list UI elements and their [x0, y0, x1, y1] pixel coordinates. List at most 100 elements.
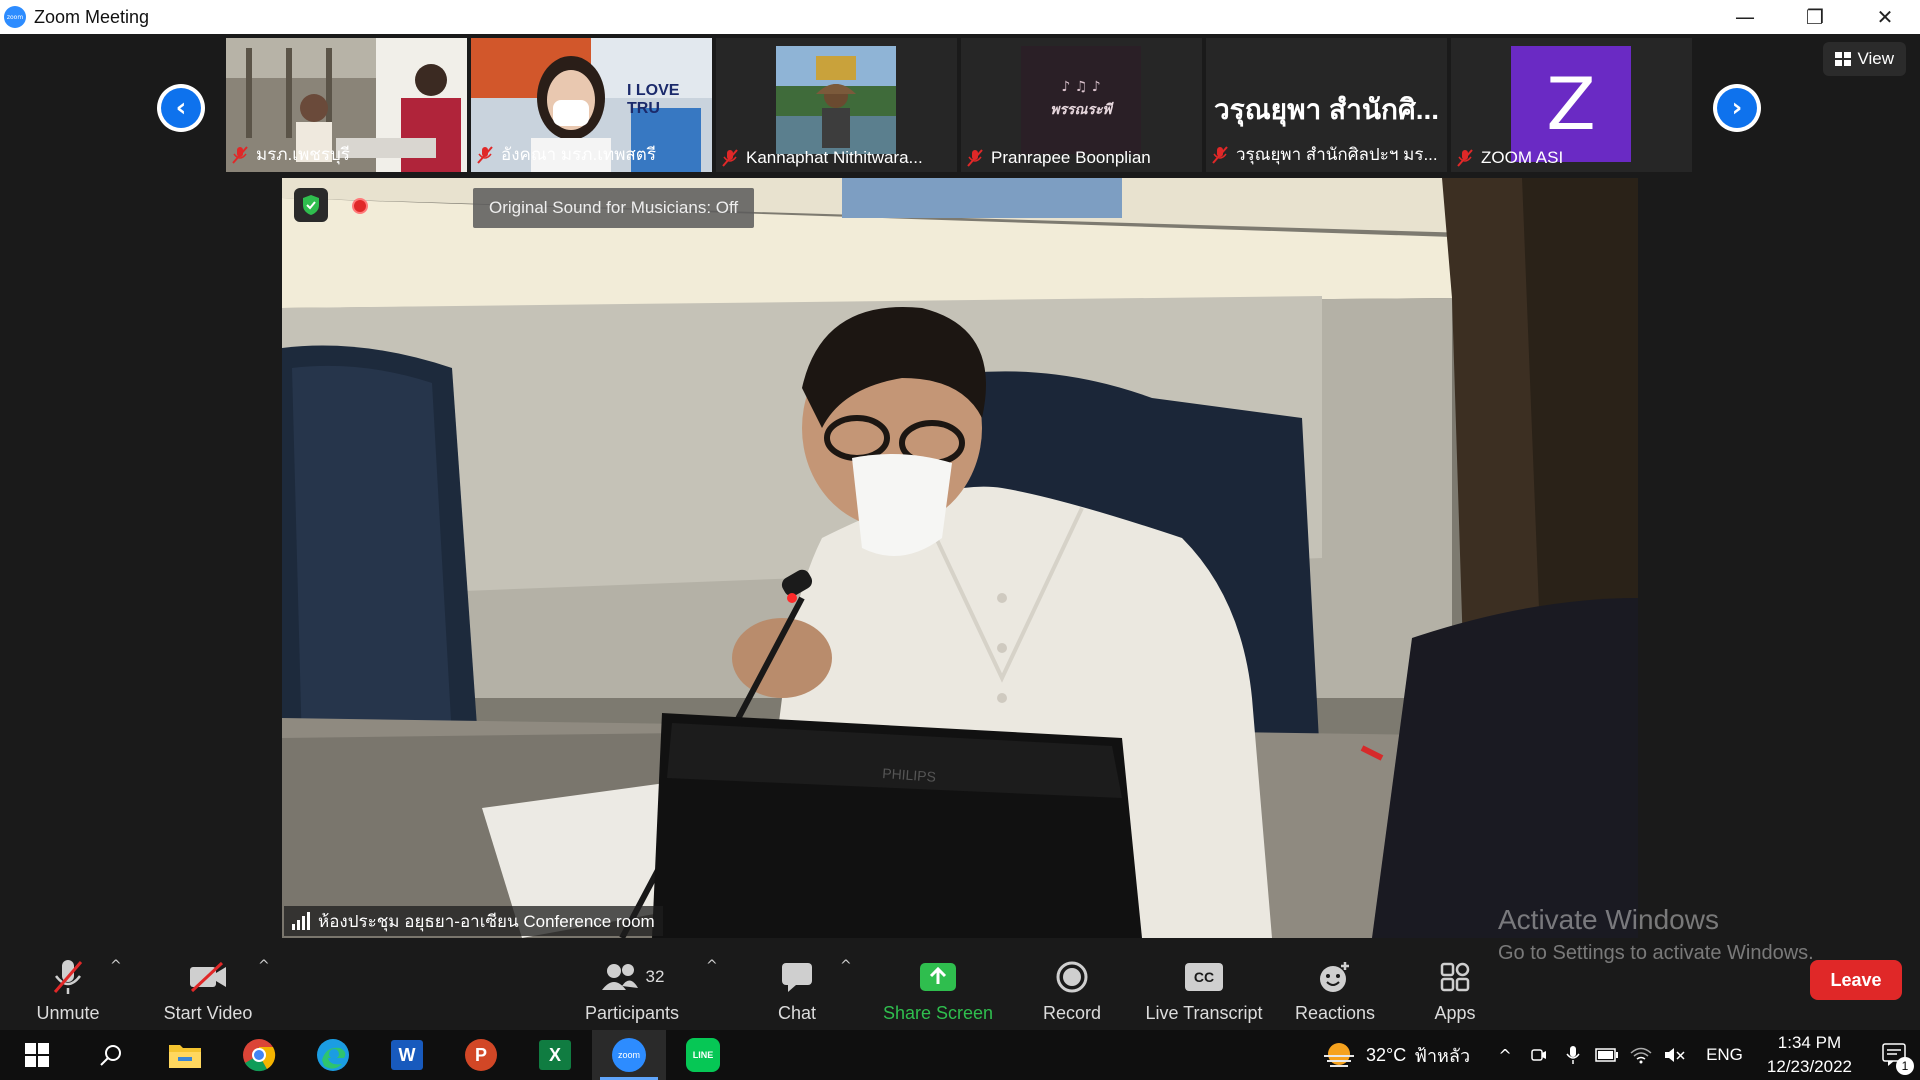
- weather-temperature: 32°C: [1365, 1044, 1407, 1065]
- participant-name-text: Pranrapee Boonplian: [991, 148, 1151, 167]
- muted-mic-icon: [1212, 145, 1228, 164]
- word-button[interactable]: W: [370, 1030, 444, 1080]
- participant-name-text: วรุณยุพา สำนักศิลปะฯ มร...: [1236, 145, 1438, 164]
- encryption-shield-icon[interactable]: [294, 188, 328, 222]
- language-indicator[interactable]: ENG: [1706, 1045, 1743, 1065]
- thumbnail-strip: มรภ.เพชรบุรี I LOVE TRU อังคณา มรภ.เทพสต…: [226, 38, 1694, 172]
- chevron-up-icon[interactable]: ^: [1488, 1046, 1522, 1065]
- weather-widget[interactable]: 32°C ฟ้าหลัว: [1320, 1040, 1470, 1070]
- muted-mic-icon: [1457, 149, 1473, 167]
- muted-mic-icon: [477, 145, 493, 164]
- unmute-label: Unmute: [36, 1003, 100, 1023]
- battery-icon[interactable]: [1590, 1048, 1624, 1062]
- participant-thumbnail[interactable]: Z ZOOM ASI: [1451, 38, 1692, 172]
- chat-button[interactable]: Chat: [762, 938, 832, 1030]
- watermark-subtitle: Go to Settings to activate Windows.: [1498, 942, 1814, 964]
- clock-date: 12/23/2022: [1766, 1057, 1852, 1076]
- word-icon: W: [391, 1040, 423, 1070]
- participant-thumbnail[interactable]: I LOVE TRU อังคณา มรภ.เทพสตรี: [471, 38, 712, 172]
- search-button[interactable]: [74, 1030, 148, 1080]
- participant-thumbnail[interactable]: มรภ.เพชรบุรี: [226, 38, 467, 172]
- zoom-taskbar-button[interactable]: zoom: [592, 1030, 666, 1080]
- wifi-icon[interactable]: [1624, 1046, 1658, 1064]
- view-button[interactable]: View: [1823, 42, 1906, 76]
- apps-label: Apps: [1434, 1003, 1476, 1023]
- minimize-button[interactable]: —: [1710, 0, 1780, 34]
- speaker-video-frame: PHILIPS: [282, 178, 1638, 938]
- reactions-button[interactable]: Reactions: [1290, 938, 1380, 1030]
- video-options-caret-icon[interactable]: ^: [258, 958, 270, 974]
- logo-text: พรรณระพี: [1050, 101, 1112, 117]
- participant-name: Kannaphat Nithitwara...: [722, 148, 951, 168]
- chevron-left-icon: ‹: [161, 88, 201, 128]
- participant-avatar-photo: [776, 46, 896, 154]
- weather-description: ฟ้าหลัว: [1414, 1045, 1471, 1066]
- powerpoint-button[interactable]: P: [444, 1030, 518, 1080]
- participants-button[interactable]: 32 Participants: [582, 938, 682, 1030]
- line-button[interactable]: LINE: [666, 1030, 740, 1080]
- next-page-button[interactable]: ›: [1713, 84, 1761, 132]
- share-screen-button[interactable]: Share Screen: [878, 938, 998, 1030]
- participant-name-text: มรภ.เพชรบุรี: [256, 145, 350, 164]
- audio-options-caret-icon[interactable]: ^: [110, 958, 122, 974]
- chat-bubble-icon: [782, 963, 812, 992]
- leave-button[interactable]: Leave: [1810, 960, 1902, 1000]
- participant-big-name: วรุณยุพา สำนักศิ...: [1213, 94, 1440, 125]
- previous-page-button[interactable]: ‹: [157, 84, 205, 132]
- start-button[interactable]: [0, 1030, 74, 1080]
- start-video-button[interactable]: Start Video: [158, 938, 258, 1030]
- chat-options-caret-icon[interactable]: ^: [840, 958, 852, 974]
- participants-options-caret-icon[interactable]: ^: [706, 958, 718, 974]
- apps-button[interactable]: Apps: [1420, 938, 1490, 1030]
- hazy-sun-icon: [1323, 1043, 1354, 1067]
- participant-thumbnail[interactable]: ♪ ♫ ♪ พรรณระพี Pranrapee Boonplian: [961, 38, 1202, 172]
- participant-name-text: ZOOM ASI: [1481, 148, 1564, 167]
- file-explorer-button[interactable]: [148, 1030, 222, 1080]
- unmute-button[interactable]: Unmute: [28, 938, 108, 1030]
- system-tray: 32°C ฟ้าหลัว ^ ENG 1:34 PM 12/23/2022 1: [1320, 1030, 1920, 1080]
- title-bar: zoom Zoom Meeting — ❐ ✕: [0, 0, 1920, 34]
- participant-name: วรุณยุพา สำนักศิลปะฯ มร...: [1212, 141, 1441, 168]
- participants-label: Participants: [584, 1003, 680, 1023]
- chrome-button[interactable]: [222, 1030, 296, 1080]
- muted-mic-icon: [722, 149, 738, 167]
- activate-windows-watermark: Activate Windows Go to Settings to activ…: [1498, 904, 1814, 965]
- speaker-muted-icon[interactable]: [1658, 1046, 1692, 1064]
- line-icon: LINE: [686, 1038, 720, 1072]
- participant-thumbnail[interactable]: วรุณยุพา สำนักศิ... วรุณยุพา สำนักศิลปะฯ…: [1206, 38, 1447, 172]
- chat-label: Chat: [777, 1003, 817, 1023]
- record-icon: [1056, 961, 1088, 993]
- banner-text: I LOVE TRU: [627, 82, 680, 117]
- zoom-icon: zoom: [612, 1038, 646, 1072]
- muted-mic-icon: [967, 149, 983, 167]
- edge-icon: [317, 1039, 349, 1071]
- folder-icon: [169, 1045, 201, 1068]
- restore-button[interactable]: ❐: [1780, 0, 1850, 34]
- active-speaker-video[interactable]: PHILIPS Original Sound for Musicians: Of…: [282, 178, 1638, 938]
- participants-count: 32: [645, 967, 665, 986]
- closed-caption-icon: CC: [1185, 963, 1223, 991]
- excel-button[interactable]: X: [518, 1030, 592, 1080]
- participant-name-text: อังคณา มรภ.เทพสตรี: [501, 145, 656, 164]
- microphone-icon[interactable]: [1556, 1045, 1590, 1065]
- edge-button[interactable]: [296, 1030, 370, 1080]
- speaker-name-label: ห้องประชุม อยุธยา-อาเซียน Conference roo…: [284, 906, 663, 936]
- record-button[interactable]: Record: [1032, 938, 1112, 1030]
- participant-name-text: Kannaphat Nithitwara...: [746, 148, 923, 167]
- participant-thumbnail[interactable]: Kannaphat Nithitwara...: [716, 38, 957, 172]
- close-button[interactable]: ✕: [1850, 0, 1920, 34]
- window-controls: — ❐ ✕: [1710, 0, 1920, 34]
- participant-logo: ♪ ♫ ♪ พรรณระพี: [1021, 46, 1141, 154]
- taskbar-clock[interactable]: 1:34 PM 12/23/2022: [1767, 1031, 1852, 1079]
- apps-icon: [1440, 962, 1470, 992]
- grid-view-icon: [1835, 52, 1852, 66]
- live-transcript-label: Live Transcript: [1145, 1003, 1263, 1023]
- signal-strength-icon: [292, 912, 310, 930]
- participant-name: ZOOM ASI: [1457, 148, 1686, 168]
- live-transcript-button[interactable]: CC Live Transcript: [1140, 938, 1268, 1030]
- meet-now-icon[interactable]: [1522, 1046, 1556, 1064]
- notification-center-button[interactable]: 1: [1870, 1043, 1920, 1075]
- participant-name: อังคณา มรภ.เทพสตรี: [477, 141, 706, 168]
- reactions-smiley-icon: [1320, 962, 1349, 992]
- participant-name: มรภ.เพชรบุรี: [232, 141, 461, 168]
